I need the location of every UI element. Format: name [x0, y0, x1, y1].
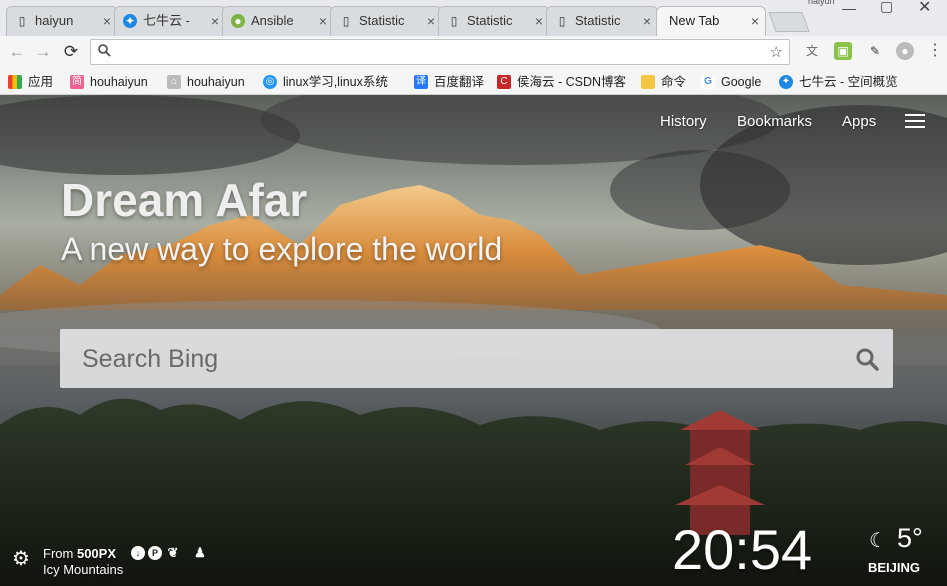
extension-translate-icon[interactable]: 文 — [803, 42, 821, 60]
weather-temperature: 5° — [897, 523, 923, 553]
close-icon[interactable]: × — [643, 7, 651, 35]
apps-grid-icon — [8, 75, 22, 89]
document-icon: ▯ — [18, 14, 26, 28]
bookmark-label: houhaiyun — [90, 75, 148, 89]
bookmark-houhaiyun-cnblogs[interactable]: ⌂ houhaiyun — [167, 73, 245, 91]
extension-android-icon[interactable]: ▣ — [834, 42, 852, 60]
search-icon — [98, 44, 111, 60]
photo-credit: From 500PX Icy Mountains — [43, 546, 123, 578]
bookmark-label: 七牛云 - 空间概览 — [799, 75, 898, 89]
bookmark-qiniu[interactable]: ✦ 七牛云 - 空间概览 — [779, 73, 898, 91]
tab-title: Ansible — [251, 13, 294, 28]
bookmark-apps[interactable]: 应用 — [8, 73, 53, 91]
bookmark-label: linux学习,linux系统 — [283, 75, 388, 89]
hamburger-menu-icon[interactable] — [905, 114, 925, 128]
baidu-translate-icon: 译 — [414, 75, 428, 89]
back-button[interactable]: ← — [6, 41, 28, 63]
bookmark-houhaiyun-jianshu[interactable]: 简 houhaiyun — [70, 73, 148, 91]
reload-button[interactable]: ⟳ — [60, 41, 82, 63]
bookmark-label: 百度翻译 — [434, 75, 485, 89]
profile-label[interactable]: haiyun — [808, 0, 835, 6]
document-icon: ▯ — [558, 14, 566, 28]
document-icon: ▯ — [342, 14, 350, 28]
linux-site-icon: ◎ — [263, 75, 277, 89]
bookmark-star-icon[interactable]: ☆ — [770, 43, 783, 61]
google-icon: G — [701, 75, 715, 89]
pinterest-icon[interactable]: P — [148, 546, 162, 560]
bookmark-label: Google — [721, 75, 762, 89]
window-close-button[interactable]: ✕ — [918, 0, 931, 17]
qiniu-icon: ✦ — [123, 14, 137, 28]
bookmark-label: houhaiyun — [187, 75, 245, 89]
tab-statistic-2[interactable]: ▯ Statistic × — [438, 6, 550, 36]
bookmark-label: 命令 — [661, 75, 687, 89]
extension-circle-icon[interactable]: ● — [896, 42, 914, 60]
tab-ansible[interactable]: ● Ansible × — [222, 6, 334, 36]
close-icon[interactable]: × — [319, 7, 327, 35]
qiniu-icon: ✦ — [779, 75, 793, 89]
weather-city: BEIJING — [868, 560, 921, 575]
tab-qiniu[interactable]: ✦ 七牛云 - × — [114, 6, 226, 36]
tab-statistic-1[interactable]: ▯ Statistic × — [330, 6, 442, 36]
tab-title: Statistic — [467, 13, 513, 28]
extension-pen-icon[interactable]: ✎ — [866, 42, 884, 60]
apps-link[interactable]: Apps — [842, 113, 876, 130]
close-icon[interactable]: × — [103, 7, 111, 35]
search-icon[interactable] — [855, 347, 879, 371]
new-tab-page: History Bookmarks Apps Dream Afar A new … — [0, 95, 947, 586]
forward-button[interactable]: → — [32, 41, 54, 63]
bookmark-folder-commands[interactable]: 命令 — [641, 73, 686, 91]
folder-icon — [641, 75, 655, 89]
minimize-button[interactable]: — — [842, 0, 856, 16]
qq-icon[interactable]: ♟ — [193, 546, 207, 560]
brand-title: Dream Afar — [61, 174, 308, 226]
bookmark-label: 应用 — [28, 75, 54, 89]
new-tab-button[interactable] — [768, 12, 810, 32]
close-icon[interactable]: × — [751, 7, 759, 35]
history-link[interactable]: History — [660, 113, 707, 130]
document-icon: ▯ — [450, 14, 458, 28]
ansible-icon: ● — [231, 14, 245, 28]
bookmark-csdn[interactable]: C 侯海云 - CSDN博客 — [497, 73, 626, 91]
bookmark-baidu-translate[interactable]: 译 百度翻译 — [414, 73, 484, 91]
search-box[interactable] — [60, 329, 893, 388]
close-icon[interactable]: × — [211, 7, 219, 35]
tab-statistic-3[interactable]: ▯ Statistic × — [546, 6, 658, 36]
tab-new-tab[interactable]: New Tab × — [656, 6, 766, 36]
credit-from: From — [43, 546, 74, 561]
jianshu-icon: 简 — [70, 75, 84, 89]
address-input[interactable] — [117, 42, 761, 64]
tab-haiyun[interactable]: ▯ haiyun × — [6, 6, 118, 36]
bookmarks-bar: 应用 简 houhaiyun ⌂ houhaiyun ◎ linux学习,lin… — [0, 68, 947, 95]
maximize-button[interactable]: ▢ — [880, 0, 893, 15]
tagline: A new way to explore the world — [61, 231, 503, 267]
photo-title[interactable]: Icy Mountains — [43, 562, 123, 577]
close-icon[interactable]: × — [535, 7, 543, 35]
download-icon[interactable]: ↓ — [131, 546, 145, 560]
moon-icon: ☾ — [869, 530, 887, 552]
browser-toolbar: ← → ⟳ ☆ 文 ▣ ✎ ● ⋮ — [0, 36, 947, 68]
search-input[interactable] — [80, 341, 844, 377]
tab-title: haiyun — [35, 13, 74, 28]
bookmark-google[interactable]: G Google — [701, 73, 761, 91]
menu-kebab-icon[interactable]: ⋮ — [926, 42, 944, 60]
address-bar[interactable]: ☆ — [90, 39, 790, 65]
bookmark-linux[interactable]: ◎ linux学习,linux系统 — [263, 73, 415, 91]
gear-icon[interactable]: ⚙ — [12, 548, 34, 570]
tab-title: Statistic — [359, 13, 405, 28]
bookmark-label: 侯海云 - CSDN博客 — [517, 75, 627, 89]
clock: 20:54 — [672, 518, 813, 581]
close-icon[interactable]: × — [427, 7, 435, 35]
bookmarks-link[interactable]: Bookmarks — [737, 113, 812, 130]
tab-title: New Tab — [669, 13, 720, 28]
tab-strip: ▯ haiyun × ✦ 七牛云 - × ● Ansible × ▯ Stati… — [0, 0, 947, 36]
weibo-icon[interactable]: ❦ — [166, 546, 180, 560]
cnblogs-icon: ⌂ — [167, 75, 181, 89]
tab-title: 七牛云 - — [143, 13, 190, 28]
credit-source-link[interactable]: 500PX — [77, 546, 116, 561]
csdn-icon: C — [497, 75, 511, 89]
tab-title: Statistic — [575, 13, 621, 28]
